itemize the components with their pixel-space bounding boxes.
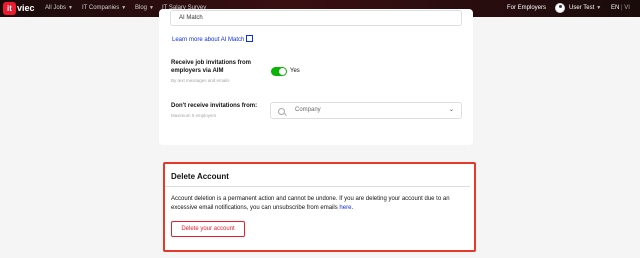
dont-receive-hint: Maximum 5 employers [171,113,217,118]
nav-blog[interactable]: Blog ▼ [135,0,154,17]
receive-invitations-hint: By text messages and emails [171,78,230,83]
unsubscribe-here-link[interactable]: here [339,205,351,211]
lang-vi[interactable]: VI [624,5,630,11]
receive-invitations-label: Receive job invitations from employers v… [171,60,252,74]
itviec-logo[interactable]: it viec [3,2,35,15]
company-select[interactable]: Company ⌄ [270,102,462,119]
lang-switch: EN | VI [611,0,630,17]
for-employers-link[interactable]: For Employers [507,0,546,17]
user-menu[interactable]: User Test ▼ [569,0,601,17]
search-icon [278,108,285,115]
nav-all-jobs[interactable]: All Jobs ▼ [45,0,73,17]
toggle-state-label: Yes [290,68,300,74]
nav-blog-label: Blog [135,5,148,11]
description-text: Account deletion is a permanent action a… [171,196,450,211]
dont-receive-label: Don't receive invitations from: [171,103,258,109]
chevron-down-icon: ⌄ [448,107,454,113]
chevron-down-icon: ▼ [68,5,73,11]
ai-match-settings-card [159,9,473,145]
learn-more-label: Learn more about AI Match [172,37,245,43]
delete-account-description: Account deletion is a permanent action a… [171,195,461,213]
delete-account-title: Delete Account [171,172,229,181]
description-end: . [351,205,354,211]
divider [165,186,470,187]
ai-match-field[interactable]: AI Match [170,10,462,26]
chevron-down-icon: ▼ [149,5,154,11]
company-placeholder: Company [295,107,321,113]
user-avatar-icon[interactable] [555,3,565,13]
delete-account-button[interactable]: Delete your account [171,221,245,237]
lang-separator: | [621,5,623,11]
receive-invitations-toggle[interactable] [271,67,287,76]
logo-viec-text: viec [17,3,35,13]
chevron-down-icon: ▼ [121,5,127,11]
chevron-down-icon: ▼ [596,5,602,11]
external-link-icon [246,35,254,42]
nav-all-jobs-label: All Jobs [45,5,67,11]
lang-en[interactable]: EN [611,5,619,11]
learn-more-ai-match-link[interactable]: Learn more about AI Match [172,34,254,43]
user-name: User Test [569,5,595,11]
logo-it-mark: it [3,2,16,15]
nav-it-companies-label: IT Companies [82,5,120,11]
nav-it-companies[interactable]: IT Companies ▼ [82,0,126,17]
